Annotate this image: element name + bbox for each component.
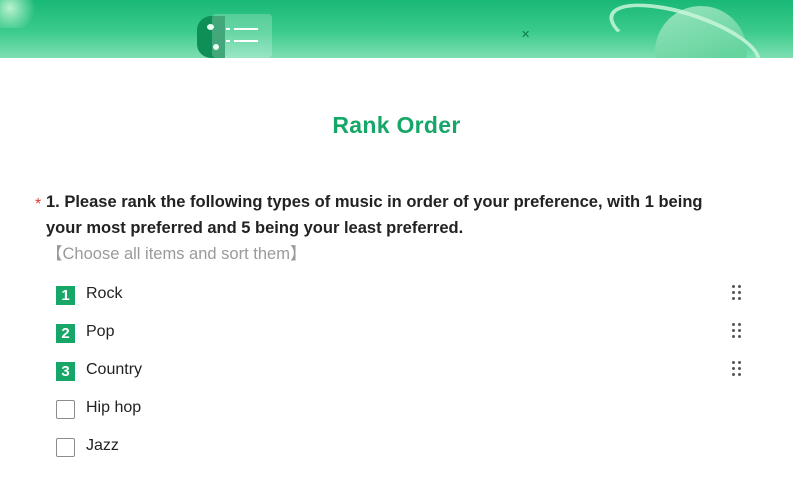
rank-badge: 1 bbox=[56, 286, 75, 305]
rank-checkbox[interactable] bbox=[56, 400, 75, 419]
header-banner: ✕ bbox=[0, 0, 793, 58]
rank-option-pop[interactable]: 2 Pop bbox=[56, 319, 756, 357]
rank-badge: 2 bbox=[56, 324, 75, 343]
question-hint: 【Choose all items and sort them】 bbox=[46, 245, 307, 263]
option-label: Pop bbox=[86, 323, 115, 340]
drag-handle-icon[interactable] bbox=[732, 285, 744, 301]
rank-option-country[interactable]: 3 Country bbox=[56, 357, 756, 395]
rank-checkbox[interactable] bbox=[56, 438, 75, 457]
rank-option-rock[interactable]: 1 Rock bbox=[56, 281, 756, 319]
survey-list-illustration bbox=[212, 14, 272, 58]
required-mark: * bbox=[35, 196, 42, 213]
rank-option-hip-hop[interactable]: Hip hop bbox=[56, 395, 756, 433]
question-text: * 1. Please rank the following types of … bbox=[35, 189, 726, 267]
question-prompt: 1. Please rank the following types of mu… bbox=[46, 193, 703, 237]
option-label: Jazz bbox=[86, 437, 119, 454]
rank-badge: 3 bbox=[56, 362, 75, 381]
banner-glow bbox=[0, 0, 40, 28]
option-label: Country bbox=[86, 361, 143, 378]
option-label: Rock bbox=[86, 285, 123, 302]
option-label: Hip hop bbox=[86, 399, 142, 416]
sparkle-icon: ✕ bbox=[521, 29, 531, 41]
rank-option-jazz[interactable]: Jazz bbox=[56, 433, 756, 471]
drag-handle-icon[interactable] bbox=[732, 361, 744, 377]
drag-handle-icon[interactable] bbox=[732, 323, 744, 339]
page-title: Rank Order bbox=[332, 112, 461, 138]
rank-options-list: 1 Rock 2 Pop 3 Country Hip hop Jazz bbox=[56, 281, 756, 471]
